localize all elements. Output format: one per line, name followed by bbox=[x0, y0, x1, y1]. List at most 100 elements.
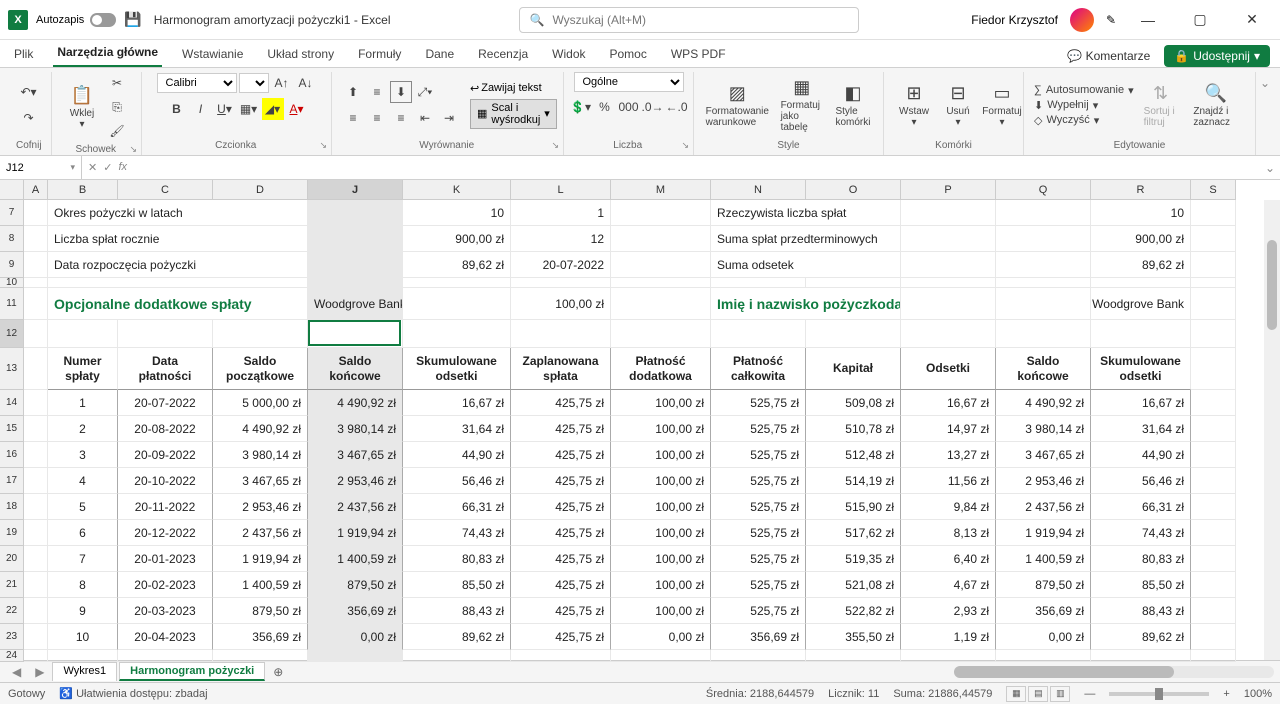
cell[interactable]: 89,62 zł bbox=[403, 252, 511, 278]
cell[interactable] bbox=[24, 200, 48, 226]
cell[interactable]: 522,82 zł bbox=[806, 598, 901, 624]
cell[interactable]: 100,00 zł bbox=[611, 572, 711, 598]
insert-cells-button[interactable]: ⊞Wstaw▾ bbox=[894, 81, 934, 130]
sort-filter-button[interactable]: ⇅Sortuj i filtruj bbox=[1138, 81, 1184, 130]
cell[interactable] bbox=[996, 320, 1091, 348]
cell[interactable] bbox=[901, 200, 996, 226]
cell[interactable] bbox=[996, 200, 1091, 226]
cell[interactable]: 100,00 zł bbox=[611, 494, 711, 520]
normal-view-button[interactable]: ▦ bbox=[1006, 686, 1026, 702]
increase-font-icon[interactable]: A↑ bbox=[271, 72, 293, 94]
cell[interactable]: 89,62 zł bbox=[403, 624, 511, 650]
row-header[interactable]: 15 bbox=[0, 416, 24, 442]
cell[interactable] bbox=[24, 390, 48, 416]
vertical-scrollbar[interactable] bbox=[1264, 200, 1280, 660]
cell[interactable] bbox=[901, 226, 996, 252]
cell[interactable] bbox=[308, 278, 403, 288]
cell[interactable] bbox=[611, 650, 711, 662]
column-header[interactable]: C bbox=[118, 180, 213, 200]
column-header[interactable]: M bbox=[611, 180, 711, 200]
cell[interactable] bbox=[511, 320, 611, 348]
cell[interactable]: 356,69 zł bbox=[213, 624, 308, 650]
cell[interactable]: Saldo początkowe bbox=[213, 348, 308, 390]
cell[interactable] bbox=[996, 252, 1091, 278]
cell[interactable] bbox=[511, 278, 611, 288]
cell[interactable]: 100,00 zł bbox=[611, 390, 711, 416]
cell[interactable]: 10 bbox=[1091, 200, 1191, 226]
cell[interactable]: 56,46 zł bbox=[1091, 468, 1191, 494]
font-color-button[interactable]: A▾ bbox=[286, 98, 308, 120]
cell[interactable] bbox=[24, 416, 48, 442]
cell[interactable] bbox=[24, 650, 48, 662]
cell[interactable] bbox=[24, 624, 48, 650]
row-header[interactable]: 8 bbox=[0, 226, 24, 252]
cell[interactable]: 20-07-2022 bbox=[511, 252, 611, 278]
cell[interactable]: 85,50 zł bbox=[403, 572, 511, 598]
cell[interactable]: Woodgrove Bank bbox=[1091, 288, 1191, 320]
cell[interactable] bbox=[24, 572, 48, 598]
cell[interactable]: 879,50 zł bbox=[308, 572, 403, 598]
cell[interactable]: 2,93 zł bbox=[901, 598, 996, 624]
cell[interactable]: 1 400,59 zł bbox=[996, 546, 1091, 572]
cell[interactable]: 525,75 zł bbox=[711, 468, 806, 494]
cell[interactable]: 512,48 zł bbox=[806, 442, 901, 468]
cell[interactable] bbox=[24, 252, 48, 278]
cell[interactable] bbox=[403, 278, 511, 288]
tab-układ-strony[interactable]: Układ strony bbox=[263, 43, 338, 67]
cell[interactable]: 3 467,65 zł bbox=[308, 442, 403, 468]
cell[interactable]: 879,50 zł bbox=[213, 598, 308, 624]
enter-formula-icon[interactable]: ✓ bbox=[103, 161, 112, 174]
delete-cells-button[interactable]: ⊟Usuń▾ bbox=[938, 81, 978, 130]
cell[interactable]: Skumulowane odsetki bbox=[1091, 348, 1191, 390]
cell[interactable] bbox=[996, 650, 1091, 662]
cell[interactable]: 80,83 zł bbox=[403, 546, 511, 572]
column-header[interactable]: D bbox=[213, 180, 308, 200]
cell[interactable]: 10 bbox=[403, 200, 511, 226]
cell[interactable]: 66,31 zł bbox=[1091, 494, 1191, 520]
cell[interactable] bbox=[711, 650, 806, 662]
cell[interactable] bbox=[24, 520, 48, 546]
cell[interactable] bbox=[1191, 650, 1236, 662]
column-header[interactable]: S bbox=[1191, 180, 1236, 200]
cell[interactable]: Płatność dodatkowa bbox=[611, 348, 711, 390]
cell[interactable]: Odsetki bbox=[901, 348, 996, 390]
cell[interactable]: 525,75 zł bbox=[711, 442, 806, 468]
cell[interactable]: 100,00 zł bbox=[611, 416, 711, 442]
row-header[interactable]: 21 bbox=[0, 572, 24, 598]
cell[interactable] bbox=[308, 320, 403, 348]
cell[interactable]: 356,69 zł bbox=[711, 624, 806, 650]
cell[interactable]: 2 437,56 zł bbox=[213, 520, 308, 546]
cell[interactable]: 31,64 zł bbox=[1091, 416, 1191, 442]
cell[interactable] bbox=[48, 320, 118, 348]
cell[interactable]: Woodgrove Bank bbox=[308, 288, 403, 320]
cell[interactable]: 8,13 zł bbox=[901, 520, 996, 546]
cell[interactable]: 0,00 zł bbox=[308, 624, 403, 650]
cell[interactable]: 31,64 zł bbox=[403, 416, 511, 442]
tab-wstawianie[interactable]: Wstawianie bbox=[178, 43, 247, 67]
tab-plik[interactable]: Plik bbox=[10, 43, 37, 67]
cell[interactable]: 9,84 zł bbox=[901, 494, 996, 520]
launcher-icon[interactable]: ↘ bbox=[129, 144, 137, 155]
cell[interactable] bbox=[48, 278, 308, 288]
cell[interactable]: 517,62 zł bbox=[806, 520, 901, 546]
cell[interactable]: 8 bbox=[48, 572, 118, 598]
cell[interactable]: 11,56 zł bbox=[901, 468, 996, 494]
cell[interactable]: 1 bbox=[48, 390, 118, 416]
wrap-text-button[interactable]: ↩ Zawijaj tekst bbox=[470, 82, 557, 95]
cell[interactable] bbox=[901, 320, 996, 348]
column-header[interactable]: N bbox=[711, 180, 806, 200]
name-box[interactable]: J12▾ bbox=[0, 156, 82, 179]
cell[interactable] bbox=[806, 278, 901, 288]
page-layout-button[interactable]: ▤ bbox=[1028, 686, 1048, 702]
undo-button[interactable]: ↶▾ bbox=[18, 81, 40, 103]
tab-formuły[interactable]: Formuły bbox=[354, 43, 405, 67]
row-header[interactable]: 18 bbox=[0, 494, 24, 520]
cell[interactable]: 16,67 zł bbox=[1091, 390, 1191, 416]
zoom-out-button[interactable]: — bbox=[1084, 688, 1095, 700]
column-header[interactable]: B bbox=[48, 180, 118, 200]
launcher-icon[interactable]: ↘ bbox=[681, 140, 689, 151]
orientation-button[interactable]: ⤢▾ bbox=[414, 81, 436, 103]
cell[interactable]: 521,08 zł bbox=[806, 572, 901, 598]
cell[interactable]: 900,00 zł bbox=[403, 226, 511, 252]
cell[interactable]: 2 437,56 zł bbox=[308, 494, 403, 520]
